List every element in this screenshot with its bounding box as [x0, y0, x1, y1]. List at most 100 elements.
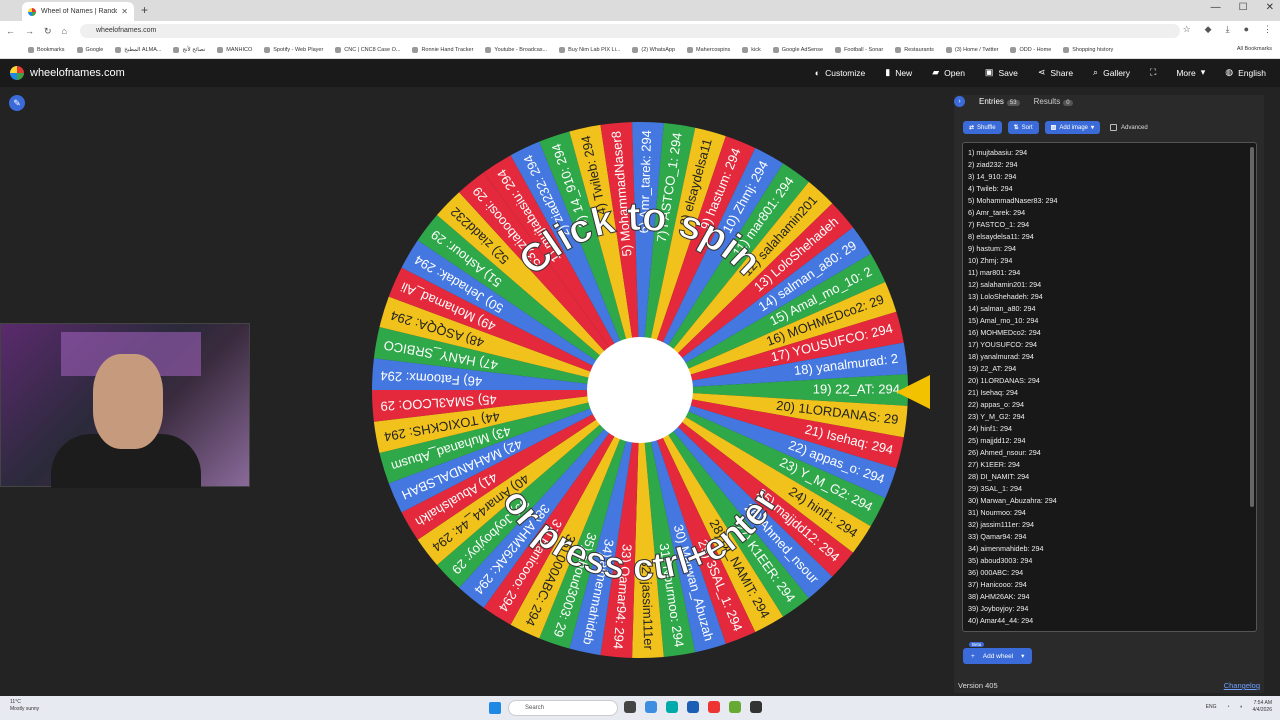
browser-tab-bar: Wheel of Names | Random ✕ + — ☐ ✕: [0, 0, 1280, 21]
download-icon[interactable]: ⤓: [1226, 24, 1230, 35]
menu-save[interactable]: ▣ Save: [985, 67, 1018, 78]
maximize-icon[interactable]: ☐: [1239, 2, 1248, 13]
wheel-slice-label: 19) 22_AT: 294: [813, 381, 900, 396]
system-tray: ENG ◔ ◖ 7:54 AM 4/4/2026: [1206, 700, 1272, 714]
add-wheel-button[interactable]: Beta + Add wheel ▾: [963, 642, 1033, 664]
bookmark-favicon-icon: [559, 46, 566, 53]
edge-icon[interactable]: [666, 701, 678, 713]
forward-icon[interactable]: →: [25, 26, 34, 36]
close-tab-icon[interactable]: ✕: [121, 7, 128, 16]
menu-new[interactable]: ▮ New: [885, 67, 912, 78]
kebab-menu-icon[interactable]: ⋮: [1263, 24, 1272, 35]
close-window-icon[interactable]: ✕: [1266, 2, 1274, 13]
bookmark-favicon-icon: [485, 46, 492, 53]
entry-line: 6) Amr_tarek: 294: [968, 208, 1026, 217]
bookmark-item[interactable]: Restaurants: [895, 46, 934, 53]
new-file-icon: ▮: [885, 67, 891, 77]
task-view-icon[interactable]: [624, 701, 636, 713]
brand-logo[interactable]: wheelofnames.com: [10, 66, 125, 80]
taskbar-search[interactable]: Search: [508, 700, 618, 716]
bookmark-item[interactable]: المطبخ ALMA...: [115, 46, 161, 53]
bookmark-item[interactable]: Football - Sonar: [835, 46, 883, 53]
browser-tab[interactable]: Wheel of Names | Random ✕: [22, 2, 134, 21]
bookmark-item[interactable]: Shopping history: [1063, 46, 1113, 53]
collapse-panel-icon[interactable]: ›: [954, 96, 965, 107]
bookmark-item[interactable]: Buy Nim Lab PIX Li...: [559, 46, 620, 53]
bookmark-item[interactable]: Mahercospins: [687, 46, 730, 53]
chevron-down-icon: ▾: [1200, 67, 1206, 77]
menu-open[interactable]: ▰ Open: [932, 67, 965, 78]
windows-start-icon[interactable]: [489, 702, 501, 714]
entry-line: 5) MohammadNaser83: 294: [968, 196, 1058, 205]
bookmark-item[interactable]: (2) WhatsApp: [632, 46, 675, 53]
wifi-icon[interactable]: ◔: [1226, 704, 1229, 710]
app-icon[interactable]: [729, 701, 741, 713]
profile-icon[interactable]: ●: [1244, 24, 1249, 35]
bookmark-item[interactable]: ODD - Home: [1010, 46, 1051, 53]
entry-line: 10) Zhmj: 294: [968, 256, 1013, 265]
menu-gallery[interactable]: ⌕ Gallery: [1093, 67, 1130, 78]
bookmark-item[interactable]: MANHICO: [217, 46, 252, 53]
bookmark-favicon-icon: [412, 46, 419, 53]
bookmark-item[interactable]: Bookmarks: [28, 46, 65, 53]
fullscreen-button[interactable]: ⛶: [1150, 67, 1156, 78]
new-tab-icon[interactable]: +: [141, 3, 148, 17]
bookmark-item[interactable]: Youtube - Broadcas...: [485, 46, 547, 53]
weather-widget[interactable]: 11°C Mostly sunny: [10, 699, 39, 713]
bookmark-item[interactable]: Spotify - Web Player: [264, 46, 323, 53]
entries-toolbar: ⇄ Shuffle ⇅ Sort ▨ Add image ▾ Advanced: [963, 121, 1148, 134]
wheel-center-hub[interactable]: [587, 337, 693, 443]
chrome-icon[interactable]: [708, 701, 720, 713]
store-icon[interactable]: [687, 701, 699, 713]
reload-icon[interactable]: ↻: [44, 26, 52, 37]
volume-icon[interactable]: ◖: [1240, 704, 1243, 710]
language-indicator[interactable]: ENG: [1206, 704, 1217, 710]
entries-scrollbar[interactable]: [1250, 147, 1254, 507]
clock[interactable]: 7:54 AM 4/4/2026: [1253, 700, 1272, 714]
entry-line: 37) Hanicooo: 294: [968, 580, 1027, 589]
obs-icon[interactable]: [750, 701, 762, 713]
bookmark-item[interactable]: kick: [742, 46, 761, 53]
sort-button[interactable]: ⇅ Sort: [1007, 121, 1039, 134]
bookmark-favicon-icon: [835, 46, 842, 53]
copilot-icon[interactable]: [645, 701, 657, 713]
menu-share[interactable]: ⋖ Share: [1038, 67, 1073, 78]
bookmark-item[interactable]: نصائح لأنج: [173, 46, 205, 53]
menu-customize[interactable]: ◐ Customize: [815, 67, 866, 78]
wheel-favicon-icon: [28, 7, 36, 16]
entry-line: 21) Isehaq: 294: [968, 388, 1018, 397]
entry-line: 29) 3SAL_1: 294: [968, 484, 1022, 493]
bookmark-item[interactable]: Ronnie Hand Tracker: [412, 46, 473, 53]
spin-wheel[interactable]: 1) mujtabasiu: 2942) ziad232: 2943) 14_9…: [370, 120, 910, 660]
star-icon[interactable]: ☆: [1183, 24, 1191, 35]
entries-textarea[interactable]: 1) mujtabasiu: 294 2) ziad232: 294 3) 14_9…: [962, 142, 1257, 632]
bookmark-item[interactable]: Google AdSense: [772, 46, 823, 53]
entry-line: 38) AHM26AK: 294: [968, 592, 1030, 601]
home-icon[interactable]: ⌂: [62, 26, 67, 36]
edit-title-button[interactable]: ✎: [9, 95, 25, 111]
shuffle-button[interactable]: ⇄ Shuffle: [963, 121, 1002, 134]
bookmark-item[interactable]: CNC | CNC8 Case O...: [335, 46, 400, 53]
entry-line: 24) hinf1: 294: [968, 424, 1012, 433]
tab-results[interactable]: Results 0: [1034, 97, 1073, 106]
entry-line: 33) Qamar94: 294: [968, 532, 1027, 541]
advanced-checkbox[interactable]: Advanced: [1110, 124, 1148, 131]
menu-more[interactable]: More ▾: [1176, 67, 1205, 78]
add-image-button[interactable]: ▨ Add image ▾: [1044, 121, 1101, 134]
entry-line: 36) 000ABC: 294: [968, 568, 1024, 577]
bookmark-item[interactable]: (3) Home / Twitter: [945, 46, 998, 53]
bookmark-item[interactable]: Google: [76, 46, 103, 53]
tab-entries[interactable]: Entries 53: [979, 97, 1020, 106]
menu-language[interactable]: ◍ English: [1225, 67, 1266, 78]
checkbox-icon: [1110, 124, 1118, 131]
app-header: wheelofnames.com ◐ Customize ▮ New ▰ Open ▣…: [0, 60, 1280, 87]
url-field[interactable]: wheelofnames.com: [80, 24, 1180, 38]
minimize-icon[interactable]: —: [1211, 2, 1221, 13]
extensions-icon[interactable]: ◆: [1205, 24, 1212, 35]
bookmark-favicon-icon: [264, 46, 271, 53]
bookmark-favicon-icon: [28, 46, 34, 53]
changelog-link[interactable]: Changelog: [1224, 681, 1260, 690]
entry-line: 16) MOHMEDco2: 294: [968, 328, 1041, 337]
all-bookmarks[interactable]: All Bookmarks: [1237, 46, 1272, 52]
back-icon[interactable]: ←: [6, 26, 15, 36]
